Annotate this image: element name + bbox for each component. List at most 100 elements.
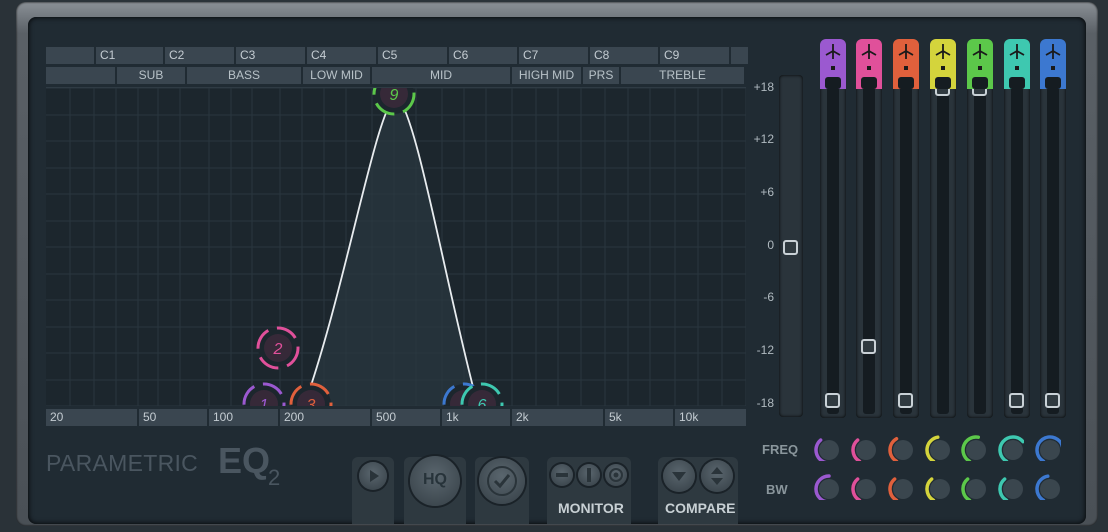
band-gain-fader-7[interactable]	[1040, 77, 1066, 418]
db-label: +18	[753, 80, 774, 94]
band-gain-fader-3[interactable]	[893, 77, 919, 418]
freq-label: 5k	[605, 409, 673, 426]
db-label: -6	[763, 290, 774, 304]
fader-track	[974, 81, 986, 414]
bw-knob-4[interactable]	[925, 474, 951, 500]
band-type-tab-1[interactable]	[820, 39, 846, 89]
hq-button[interactable]: HQ	[410, 456, 460, 506]
db-label: -12	[756, 343, 774, 357]
freq-knobs-label: FREQ	[762, 442, 799, 457]
octave-cell: C2	[165, 47, 234, 64]
main-level-handle[interactable]	[783, 240, 798, 255]
fader-track	[863, 81, 875, 414]
svg-text:1: 1	[260, 397, 269, 406]
compare-store-button[interactable]	[663, 460, 695, 492]
band-type-tab-5[interactable]	[967, 39, 993, 89]
freq-knob-5[interactable]	[961, 435, 987, 461]
octave-cell	[731, 47, 748, 64]
octave-cell	[46, 47, 94, 64]
eq-curve-canvas[interactable]: 123976	[46, 88, 746, 406]
freq-knob-7[interactable]	[1035, 435, 1061, 461]
svg-text:3: 3	[307, 397, 316, 406]
freq-knob-6[interactable]	[998, 435, 1024, 461]
octave-row: C1 C2 C3 C4 C5 C6 C7 C8 C9	[46, 47, 750, 64]
band-cell: PRS	[583, 67, 619, 84]
octave-cell: C5	[378, 47, 447, 64]
fader-track	[900, 81, 912, 414]
db-label: +6	[760, 185, 774, 199]
bw-knob-2[interactable]	[851, 474, 877, 500]
db-label: -18	[756, 396, 774, 410]
eq-graph[interactable]: 123976	[46, 87, 746, 406]
freq-label: 20	[46, 409, 137, 426]
db-label: 0	[767, 238, 774, 252]
fader-track	[827, 81, 839, 414]
apply-button[interactable]	[479, 458, 525, 504]
freq-label: 2k	[512, 409, 603, 426]
octave-cell: C1	[96, 47, 163, 64]
bw-knob-6[interactable]	[998, 474, 1024, 500]
minus-icon	[556, 473, 568, 477]
curve-fill	[304, 96, 478, 406]
compare-swap-button[interactable]	[701, 460, 733, 492]
band-cell: MID	[372, 67, 510, 84]
monitor-off-button[interactable]	[551, 464, 573, 486]
monitor-label: MONITOR	[558, 500, 624, 516]
octave-cell: C4	[307, 47, 376, 64]
band-gain-handle[interactable]	[825, 392, 840, 408]
freq-knob-3[interactable]	[888, 435, 914, 461]
filter-shape-icon	[825, 44, 841, 89]
freq-knob-1[interactable]	[814, 435, 840, 461]
bw-knob-1[interactable]	[814, 474, 840, 500]
band-node-1[interactable]: 1	[242, 382, 286, 406]
compare-label: COMPARE	[665, 500, 736, 516]
band-gain-handle[interactable]	[898, 392, 913, 408]
freq-label: 200	[280, 409, 370, 426]
band-row: SUB BASS LOW MID MID HIGH MID PRS TREBLE	[46, 67, 746, 84]
freq-label: 50	[139, 409, 207, 426]
band-gain-fader-1[interactable]	[820, 77, 846, 418]
band-gain-fader-4[interactable]	[930, 77, 956, 418]
bw-knob-5[interactable]	[961, 474, 987, 500]
octave-cell: C8	[590, 47, 658, 64]
band-type-tab-2[interactable]	[856, 39, 882, 89]
band-gain-fader-5[interactable]	[967, 77, 993, 418]
band-gain-fader-6[interactable]	[1004, 77, 1030, 418]
monitor-solo-button[interactable]	[605, 464, 627, 486]
band-type-tab-7[interactable]	[1040, 39, 1066, 89]
band-gain-handle[interactable]	[1045, 392, 1060, 408]
filter-shape-icon	[935, 44, 951, 89]
freq-label: 100	[209, 409, 278, 426]
bw-knob-7[interactable]	[1035, 474, 1061, 500]
filter-shape-icon	[861, 44, 877, 89]
octave-cell: C6	[449, 47, 517, 64]
svg-text:6: 6	[478, 397, 487, 406]
fader-track	[937, 81, 949, 414]
band-cell: HIGH MID	[512, 67, 581, 84]
plugin-title: EQ	[218, 440, 271, 481]
filter-shape-icon	[972, 44, 988, 89]
target-icon	[609, 468, 623, 482]
band-node-2[interactable]: 2	[256, 326, 300, 370]
freq-knob-2[interactable]	[851, 435, 877, 461]
band-gain-handle[interactable]	[1009, 392, 1024, 408]
band-gain-fader-2[interactable]	[856, 77, 882, 418]
main-level-fader[interactable]	[779, 75, 803, 417]
fader-track	[1047, 81, 1059, 414]
freq-knob-4[interactable]	[925, 435, 951, 461]
freq-label: 10k	[675, 409, 746, 426]
swap-icon	[711, 467, 723, 485]
band-type-tab-6[interactable]	[1004, 39, 1030, 89]
band-gain-handle[interactable]	[861, 338, 876, 354]
plugin-title-prefix: PARAMETRIC	[46, 450, 199, 476]
band-node-9[interactable]: 9	[372, 88, 416, 116]
plugin-title-version: 2	[268, 465, 281, 490]
band-type-tab-4[interactable]	[930, 39, 956, 89]
band-type-tab-3[interactable]	[893, 39, 919, 89]
octave-cell: C3	[236, 47, 305, 64]
svg-text:2: 2	[273, 341, 283, 358]
play-icon	[370, 470, 379, 482]
play-button[interactable]	[359, 462, 387, 490]
bw-knob-3[interactable]	[888, 474, 914, 500]
monitor-band-button[interactable]	[578, 464, 600, 486]
